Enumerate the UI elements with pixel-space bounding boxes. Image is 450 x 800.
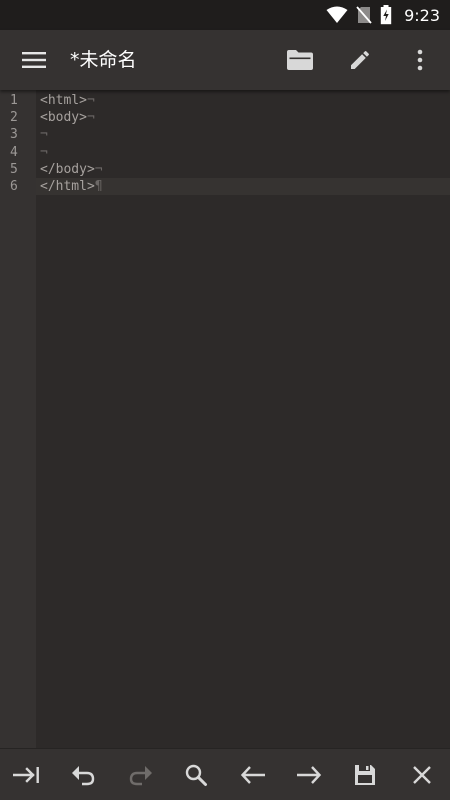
- redo-icon: [129, 766, 152, 786]
- menu-icon: [22, 52, 46, 68]
- tab-indent-icon: [13, 767, 39, 783]
- line-number: 3: [10, 127, 18, 142]
- open-file-button[interactable]: [282, 42, 318, 78]
- line-number: 6: [10, 179, 18, 194]
- arrow-left-icon: [240, 766, 265, 784]
- edit-pencil-icon: [351, 51, 369, 69]
- bottom-toolbar: [0, 748, 450, 800]
- line-number: 4: [10, 145, 18, 160]
- line-end-marker: ¬: [86, 93, 95, 108]
- search-button[interactable]: [178, 757, 214, 793]
- no-sim-icon: [356, 6, 372, 24]
- line-end-marker: ¶: [94, 179, 103, 194]
- code-line-text: <body>: [40, 110, 87, 125]
- close-button[interactable]: [404, 757, 440, 793]
- code-line-text: </body>: [40, 162, 95, 177]
- document-title: *未命名: [70, 49, 137, 71]
- folder-open-icon: [287, 50, 313, 70]
- code-line: </html>¶: [40, 178, 103, 195]
- code-line-text: <html>: [40, 93, 87, 108]
- code-editor[interactable]: 1 2 3 4 5 6 <html>¬ <body>¬ ¬ ¬ </body>¬…: [0, 90, 450, 748]
- line-number: 5: [10, 162, 18, 177]
- line-number: 2: [10, 110, 18, 125]
- redo-button: [122, 757, 158, 793]
- indent-button[interactable]: [9, 757, 45, 793]
- code-line: ¬: [40, 126, 48, 143]
- close-icon: [413, 766, 431, 784]
- line-end-marker: ¬: [40, 145, 48, 160]
- line-number: 1: [10, 93, 18, 108]
- code-line-text: </html>: [40, 179, 95, 194]
- line-end-marker: ¬: [86, 110, 95, 125]
- arrow-right-icon: [297, 766, 322, 784]
- save-icon: [355, 765, 375, 785]
- app-bar: *未命名: [0, 30, 450, 90]
- status-bar: 9:23: [0, 0, 450, 30]
- more-vert-icon: [417, 49, 423, 71]
- previous-button[interactable]: [235, 757, 271, 793]
- code-line: ¬: [40, 144, 48, 161]
- battery-charging-icon: [380, 5, 392, 25]
- line-end-marker: ¬: [94, 162, 103, 177]
- status-time: 9:23: [404, 5, 440, 25]
- menu-button[interactable]: [14, 44, 54, 76]
- code-line: <body>¬: [40, 109, 95, 126]
- line-number-gutter: 1 2 3 4 5 6: [0, 90, 36, 748]
- next-button[interactable]: [291, 757, 327, 793]
- more-options-button[interactable]: [402, 42, 438, 78]
- edit-button[interactable]: [342, 42, 378, 78]
- line-end-marker: ¬: [40, 127, 48, 142]
- code-line: </body>¬: [40, 161, 103, 178]
- wifi-icon: [326, 6, 348, 23]
- code-line: <html>¬: [40, 92, 95, 109]
- save-button[interactable]: [347, 757, 383, 793]
- search-icon: [185, 764, 207, 786]
- undo-button[interactable]: [66, 757, 102, 793]
- undo-icon: [72, 766, 95, 786]
